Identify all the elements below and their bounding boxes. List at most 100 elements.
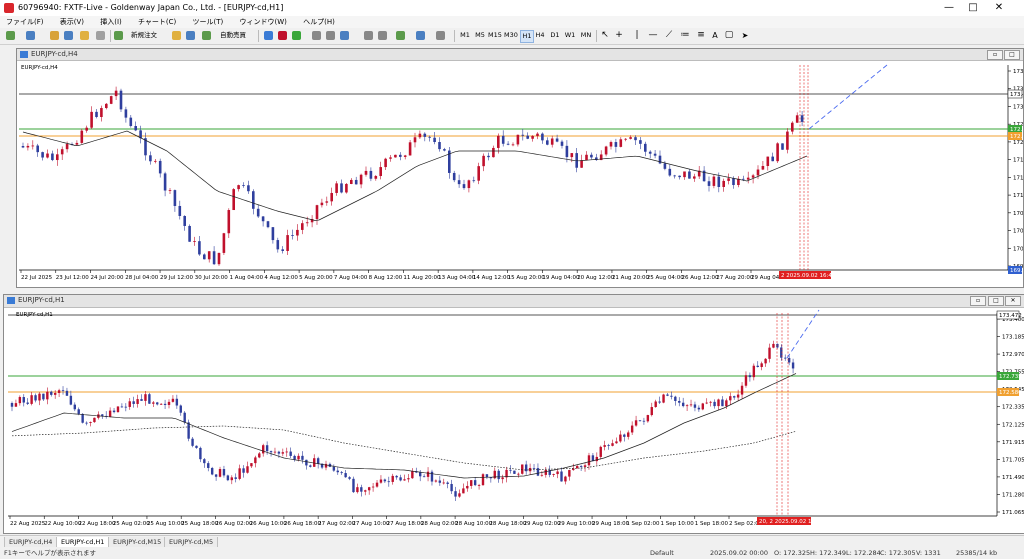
candle — [315, 205, 319, 219]
minimize-button[interactable]: — — [938, 2, 960, 14]
candle — [324, 463, 328, 468]
candle — [583, 465, 587, 467]
autoscroll-icon[interactable] — [364, 31, 373, 40]
fibonacci-icon[interactable]: ≡ — [696, 30, 706, 41]
menu-chart[interactable]: チャート(C) — [138, 18, 176, 26]
vertical-line-icon[interactable]: | — [632, 30, 642, 41]
chart-shift-icon[interactable] — [378, 31, 387, 40]
text-tool-icon[interactable]: A — [710, 30, 720, 41]
period-h1[interactable]: H1 — [520, 30, 534, 43]
candle — [109, 96, 113, 104]
bar-chart-icon[interactable] — [264, 31, 273, 40]
close-button[interactable]: ✕ — [988, 2, 1010, 14]
auto-trade-button[interactable]: 自動売買 — [212, 30, 254, 41]
candle — [506, 143, 510, 145]
chart-window-h4[interactable]: EURJPY-cd,H4 ▫ □ 173.7173.4173.0172.6172… — [16, 48, 1024, 288]
auto-trade-icon[interactable] — [202, 31, 211, 40]
candle — [256, 208, 260, 217]
history-icon[interactable] — [186, 31, 195, 40]
templates-icon[interactable] — [436, 31, 445, 40]
period-m15[interactable]: M15 — [488, 30, 502, 41]
chart-window-h1[interactable]: EURJPY-cd,H1 ▫ □ ✕ 173.400 173.185 172.970… — [3, 294, 1024, 534]
time-tick-label: 28 Aug 18:00 — [489, 521, 527, 527]
menu-window[interactable]: ウィンドウ(W) — [240, 18, 287, 26]
candle — [454, 491, 457, 497]
candle — [727, 178, 730, 181]
time-tick-label: 19 Aug 04:00 — [542, 275, 580, 281]
window-minimize-button[interactable]: ▫ — [987, 50, 1003, 60]
navigator-icon[interactable] — [64, 31, 73, 40]
window-close-button[interactable]: ✕ — [1005, 296, 1021, 306]
menu-tools[interactable]: ツール(T) — [193, 18, 224, 26]
candle — [289, 451, 292, 456]
candle — [238, 468, 241, 479]
candle — [297, 455, 300, 460]
menu-help[interactable]: ヘルプ(H) — [303, 18, 335, 26]
metaeditor-icon[interactable] — [172, 31, 181, 40]
candle — [217, 252, 221, 265]
periods-icon[interactable] — [416, 31, 425, 40]
new-order-button[interactable]: 新規注文 — [124, 30, 164, 41]
strategy-tester-icon[interactable] — [96, 31, 105, 40]
window-restore-button[interactable]: □ — [988, 296, 1004, 306]
zoom-in-icon[interactable] — [312, 31, 321, 40]
price-chart-h4[interactable]: 173.7173.4173.0172.6172.2171.9171.5171.1… — [17, 61, 1023, 287]
period-m30[interactable]: M30 — [504, 30, 518, 41]
candle — [266, 221, 270, 228]
profiles-icon[interactable] — [26, 31, 35, 40]
arrows-tool-icon[interactable]: ➤ — [738, 30, 752, 41]
candle — [152, 402, 155, 404]
period-d1[interactable]: D1 — [549, 30, 561, 41]
period-mn[interactable]: MN — [579, 30, 593, 41]
candle — [756, 365, 759, 368]
candle — [585, 154, 588, 161]
menu-view[interactable]: 表示(V) — [60, 18, 84, 26]
candle — [316, 458, 320, 464]
trend-line — [808, 64, 888, 130]
candle — [560, 471, 563, 482]
cursor-icon[interactable]: ↖ — [600, 30, 610, 41]
candle — [198, 241, 201, 255]
candle — [345, 183, 348, 193]
menu-file[interactable]: ファイル(F) — [6, 18, 44, 26]
price-chart-h1[interactable]: 173.400173.185172.970172.755172.545172.3… — [4, 308, 1024, 533]
candle — [568, 470, 571, 477]
window-minimize-button[interactable]: ▫ — [970, 296, 986, 306]
period-w1[interactable]: W1 — [564, 30, 576, 41]
price-label: 173.472 — [999, 313, 1022, 319]
channel-icon[interactable]: ≔ — [680, 30, 690, 41]
menu-insert[interactable]: 挿入(I) — [100, 18, 122, 26]
trendline-icon[interactable]: ⟋ — [664, 30, 674, 41]
chart-window-h4-titlebar[interactable]: EURJPY-cd,H4 ▫ □ — [17, 49, 1023, 61]
candle — [433, 137, 436, 143]
candle — [399, 154, 402, 157]
candle — [85, 127, 88, 131]
market-watch-icon[interactable] — [50, 31, 59, 40]
candle — [203, 254, 206, 260]
candle — [352, 478, 355, 493]
label-tool-icon[interactable]: ▢ — [724, 30, 734, 41]
candle — [242, 185, 245, 186]
line-chart-icon[interactable] — [292, 31, 301, 40]
price-tick-label: 172.2 — [1013, 140, 1023, 146]
candle — [344, 473, 347, 478]
indicators-icon[interactable] — [396, 31, 405, 40]
chart-window-h1-titlebar[interactable]: EURJPY-cd,H1 ▫ □ ✕ — [4, 295, 1024, 308]
candle — [384, 158, 387, 168]
candle — [193, 241, 196, 242]
horizontal-line-icon[interactable]: — — [648, 30, 658, 41]
period-h4[interactable]: H4 — [534, 30, 546, 41]
window-restore-button[interactable]: □ — [1004, 50, 1020, 60]
zoom-out-icon[interactable] — [326, 31, 335, 40]
crosshair-icon[interactable]: + — [614, 30, 624, 41]
new-order-icon[interactable] — [114, 31, 123, 40]
price-tick-label: 171.1 — [1013, 193, 1023, 199]
period-m5[interactable]: M5 — [474, 30, 486, 41]
terminal-icon[interactable] — [80, 31, 89, 40]
period-m1[interactable]: M1 — [459, 30, 471, 41]
new-chart-icon[interactable] — [6, 31, 15, 40]
candlestick-icon[interactable] — [278, 31, 287, 40]
tile-windows-icon[interactable] — [340, 31, 349, 40]
maximize-button[interactable]: □ — [962, 2, 984, 14]
candle — [136, 399, 139, 404]
